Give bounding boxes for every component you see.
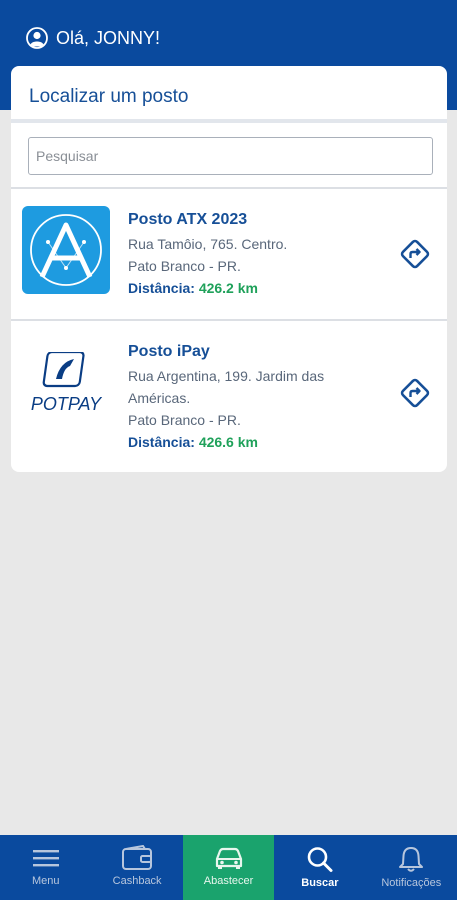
hamburger-icon (32, 850, 59, 867)
atx-logo (22, 206, 110, 294)
nav-label: Menu (31, 875, 60, 887)
nav-label: Notificações (381, 877, 442, 889)
card-title: Localizar um posto (29, 86, 189, 107)
station-item[interactable]: Posto ATX 2023 Rua Tamôio, 765. Centro. … (11, 189, 447, 321)
bell-icon (399, 847, 424, 872)
nav-label: Buscar (301, 877, 339, 889)
car-icon (215, 847, 242, 869)
station-name: Posto iPay (128, 343, 210, 360)
station-distance: Distância: 426.6 km (128, 431, 388, 453)
station-city: Pato Branco - PR. (128, 258, 241, 274)
nav-menu[interactable]: Menu (0, 835, 91, 900)
station-distance: Distância: 426.2 km (128, 277, 388, 299)
greeting-text: Olá, JONNY! (56, 27, 161, 48)
wallet-icon (122, 845, 153, 870)
distance-value: 426.6 km (198, 434, 258, 450)
greeting: Olá, JONNY! (26, 26, 160, 50)
directions-icon (400, 239, 430, 269)
nav-abastecer[interactable]: Abastecer (182, 835, 275, 900)
nav-notificacoes[interactable]: Notificações (366, 835, 457, 900)
bottom-nav: Menu Cashback Abastecer Buscar Notificaç… (0, 835, 457, 900)
search-container (11, 123, 447, 189)
directions-icon (400, 378, 430, 408)
distance-label: Distância: (128, 280, 195, 296)
distance-value: 426.2 km (198, 280, 258, 296)
station-item[interactable]: POTPAY Posto iPay Rua Argentina, 199. Ja… (11, 321, 447, 472)
nav-label: Cashback (112, 875, 162, 887)
station-address: Rua Argentina, 199. Jardim das Américas. (128, 368, 325, 406)
station-info: Posto iPay Rua Argentina, 199. Jardim da… (128, 341, 388, 453)
nav-label: Abastecer (203, 875, 254, 887)
directions-button[interactable] (397, 236, 433, 272)
search-input[interactable] (28, 137, 433, 175)
nav-buscar[interactable]: Buscar (274, 835, 365, 900)
potpay-logo-text: POTPAY (31, 394, 103, 414)
search-icon (307, 847, 333, 872)
potpay-logo: POTPAY (22, 350, 110, 416)
station-info: Posto ATX 2023 Rua Tamôio, 765. Centro. … (128, 209, 388, 299)
station-name: Posto ATX 2023 (128, 211, 248, 228)
find-station-card: Localizar um posto Posto ATX 2023 Rua Ta… (11, 66, 447, 472)
station-city: Pato Branco - PR. (128, 412, 241, 428)
directions-button[interactable] (397, 375, 433, 411)
station-address: Rua Tamôio, 765. Centro. (128, 236, 288, 252)
user-circle-icon[interactable] (26, 27, 48, 49)
nav-cashback[interactable]: Cashback (91, 835, 182, 900)
distance-label: Distância: (128, 434, 195, 450)
